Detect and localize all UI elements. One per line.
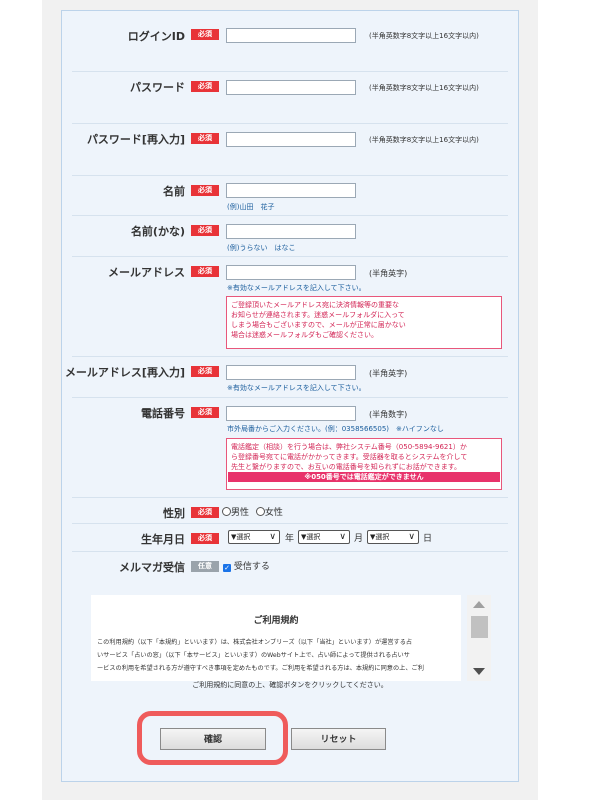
email-input[interactable] (226, 265, 356, 280)
password-confirm-hint: (半角英数字8文字以上16文字以内) (369, 136, 479, 144)
month-unit: 月 (354, 534, 364, 544)
divider (72, 123, 508, 124)
gender-radio-group: 男性 女性 (222, 505, 283, 518)
required-badge: 必須 (191, 366, 219, 377)
month-select[interactable]: ▼選択 ∨ (298, 530, 350, 544)
terms-scrollbar[interactable] (467, 595, 491, 681)
password-hint: (半角英数字8文字以上16文字以内) (369, 84, 479, 92)
required-badge: 必須 (191, 507, 219, 518)
newsletter-checkbox-group: ✓ 受信する (223, 559, 270, 572)
gender-label: 性別 (163, 507, 185, 520)
email-confirm-input[interactable] (226, 365, 356, 380)
name-kana-input[interactable] (226, 224, 356, 239)
required-badge: 必須 (191, 533, 219, 544)
year-select[interactable]: ▼選択 ∨ (228, 530, 280, 544)
terms-line: ービスの利用を希望される方が遵守すべき事項を定めたものです。ご利用を希望される方… (97, 665, 424, 672)
name-kana-example: (例)うらない はなこ (227, 244, 296, 252)
terms-line: この利用規約（以下「本規約」といいます）は、株式会社オンブリーズ（以下「当社」と… (97, 639, 413, 646)
newsletter-label: メルマガ受信 (119, 561, 185, 574)
email-confirm-note: ※有効なメールアドレスを記入して下さい。 (227, 384, 366, 392)
phone-hint: (半角数字) (369, 410, 408, 419)
password-confirm-label: パスワード[再入力] (86, 133, 185, 146)
warning-line: お知らせが連絡されます。迷惑メールフォルダに入って (231, 311, 405, 319)
login-id-hint: (半角英数字8文字以上16文字以内) (369, 32, 479, 40)
divider (72, 356, 508, 357)
divider (72, 71, 508, 72)
warning-line: ご登録頂いたメールアドレス宛に決済情報等の重要な (231, 301, 399, 309)
scroll-down-arrow-icon[interactable] (473, 668, 485, 675)
password-label: パスワード (130, 81, 185, 94)
email-hint: (半角英字) (369, 269, 408, 278)
scroll-up-arrow-icon[interactable] (473, 601, 485, 608)
chevron-down-icon: ∨ (408, 532, 415, 542)
warning-line: 電話鑑定（相談）を行う場合は、弊社システム番号（050-5894-9621）か (231, 443, 467, 451)
day-select-value: ▼選択 (370, 533, 390, 541)
name-example: (例)山田 花子 (227, 203, 275, 211)
required-badge: 必須 (191, 266, 219, 277)
phone-example: 市外局番からご入力ください。(例：0358566505) ※ハイフンなし (227, 425, 444, 433)
required-badge: 必須 (191, 185, 219, 196)
scrollbar-thumb[interactable] (471, 616, 488, 638)
month-select-value: ▼選択 (301, 533, 321, 541)
radio-female[interactable] (255, 507, 265, 516)
phone-input[interactable] (226, 406, 356, 421)
warning-line: しまう場合もございますので、メールが正常に届かない (231, 321, 406, 329)
radio-female-label[interactable]: 女性 (265, 508, 283, 518)
confirm-button[interactable]: 確認 (160, 728, 266, 750)
phone-warning-box: 電話鑑定（相談）を行う場合は、弊社システム番号（050-5894-9621）か … (226, 438, 502, 490)
divider (72, 397, 508, 398)
newsletter-checkbox[interactable]: ✓ (223, 564, 231, 572)
divider (72, 175, 508, 176)
warning-line: ら登録番号宛てに電話がかかってきます。受話器を取るとシステムを介して (231, 453, 468, 461)
terms-scrollbox[interactable]: ご利用規約 この利用規約（以下「本規約」といいます）は、株式会社オンブリーズ（以… (91, 595, 461, 681)
password-input[interactable] (226, 80, 356, 95)
warning-line: 先生と繋がりますので、お互いの電話番号を知られずにお話ができます。 (231, 463, 462, 471)
chevron-down-icon: ∨ (339, 532, 346, 542)
login-id-label: ログインID (127, 30, 185, 43)
email-confirm-label: メールアドレス[再入力] (64, 366, 185, 379)
name-kana-label: 名前(かな) (130, 225, 185, 238)
password-confirm-input[interactable] (226, 132, 356, 147)
newsletter-checkbox-label[interactable]: 受信する (234, 562, 270, 572)
day-unit: 日 (423, 534, 433, 544)
terms-body: この利用規約（以下「本規約」といいます）は、株式会社オンブリーズ（以下「当社」と… (97, 636, 455, 675)
divider (72, 215, 508, 216)
optional-badge: 任意 (191, 561, 219, 572)
phone-warning-banner: ※050番号では電話鑑定ができません (228, 472, 500, 482)
year-select-value: ▼選択 (231, 533, 251, 541)
required-badge: 必須 (191, 407, 219, 418)
phone-label: 電話番号 (141, 407, 185, 420)
required-badge: 必須 (191, 81, 219, 92)
reset-button[interactable]: リセット (291, 728, 386, 750)
email-confirm-hint: (半角英字) (369, 369, 408, 378)
chevron-down-icon: ∨ (269, 532, 276, 542)
terms-agree-text: ご利用規約に同意の上、確認ボタンをクリックしてください。 (192, 681, 388, 689)
required-badge: 必須 (191, 133, 219, 144)
radio-male[interactable] (222, 507, 231, 516)
warning-line: 場合は迷惑メールフォルダもご確認ください。 (231, 331, 378, 339)
divider (72, 551, 508, 552)
birthday-label: 生年月日 (141, 533, 185, 546)
divider (72, 523, 508, 524)
terms-line: いサービス「占いの窓」（以下「本サービス」といいます）のWebサイト上で、占い師… (97, 652, 410, 659)
email-label: メールアドレス (108, 266, 185, 279)
name-input[interactable] (226, 183, 356, 198)
registration-form: ログインID 必須 (半角英数字8文字以上16文字以内) パスワード 必須 (半… (61, 10, 519, 782)
required-badge: 必須 (191, 225, 219, 236)
radio-male-label[interactable]: 男性 (231, 508, 249, 518)
year-unit: 年 (285, 534, 295, 544)
login-id-input[interactable] (226, 28, 356, 43)
divider (72, 497, 508, 498)
email-note: ※有効なメールアドレスを記入して下さい。 (227, 284, 366, 292)
day-select[interactable]: ▼選択 ∨ (367, 530, 419, 544)
required-badge: 必須 (191, 29, 219, 40)
email-warning-box: ご登録頂いたメールアドレス宛に決済情報等の重要な お知らせが連絡されます。迷惑メ… (226, 296, 502, 349)
divider (72, 256, 508, 257)
terms-title: ご利用規約 (253, 616, 299, 626)
name-label: 名前 (163, 185, 185, 198)
